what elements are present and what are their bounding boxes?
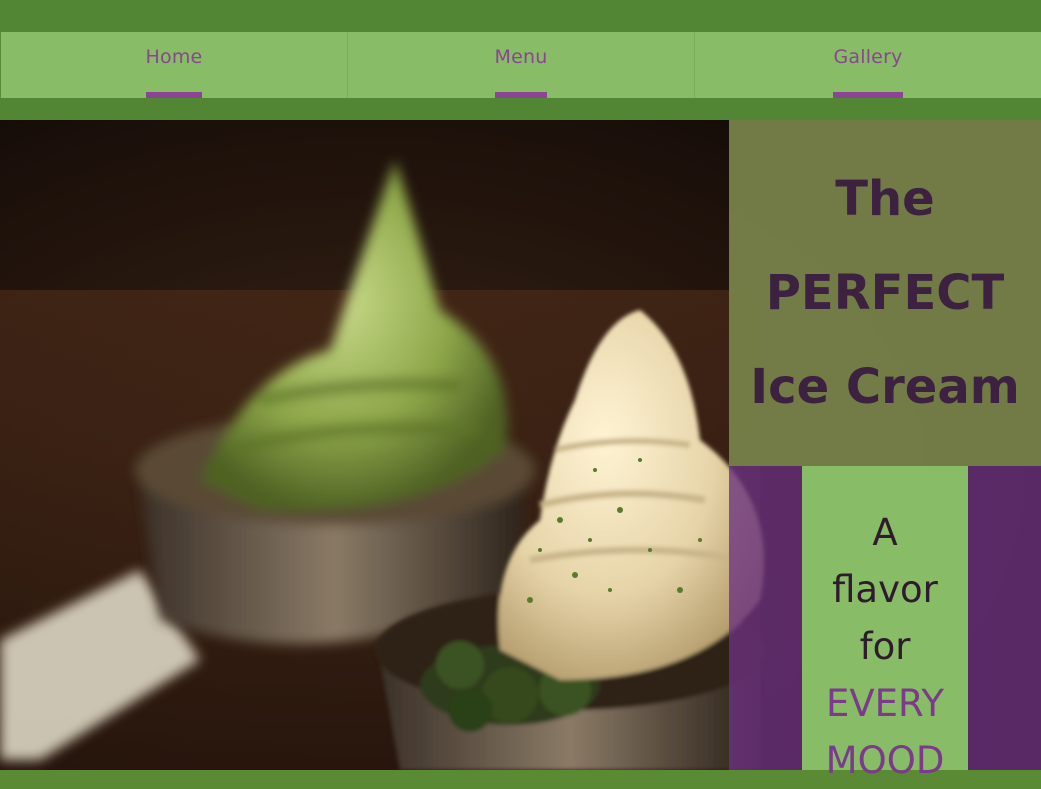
nav-bottom-strip <box>0 98 1041 120</box>
nav-item-gallery: Gallery <box>695 32 1041 98</box>
nav-item-menu: Menu <box>348 32 695 98</box>
top-bar <box>0 0 1041 32</box>
tagline-accent-line: MOOD <box>825 739 945 782</box>
hero-title-line: The <box>835 171 935 227</box>
nav-item-home: Home <box>1 32 348 98</box>
hero-title-line: PERFECT <box>765 265 1005 321</box>
nav-link-gallery[interactable]: Gallery <box>833 46 903 98</box>
hero-title-panel: The PERFECT Ice Cream <box>729 120 1041 466</box>
tagline-line: flavor <box>832 568 938 611</box>
tagline-line: A <box>872 511 898 554</box>
main-navigation: Home Menu Gallery <box>1 32 1041 98</box>
nav-link-home[interactable]: Home <box>145 46 203 98</box>
hero-title-line: Ice Cream <box>750 359 1020 415</box>
nav-link-menu[interactable]: Menu <box>494 46 548 98</box>
tagline-accent-line: EVERY <box>825 682 944 725</box>
tagline-line: for <box>859 625 911 668</box>
tagline-box: A flavor for EVERY MOOD <box>802 466 968 782</box>
